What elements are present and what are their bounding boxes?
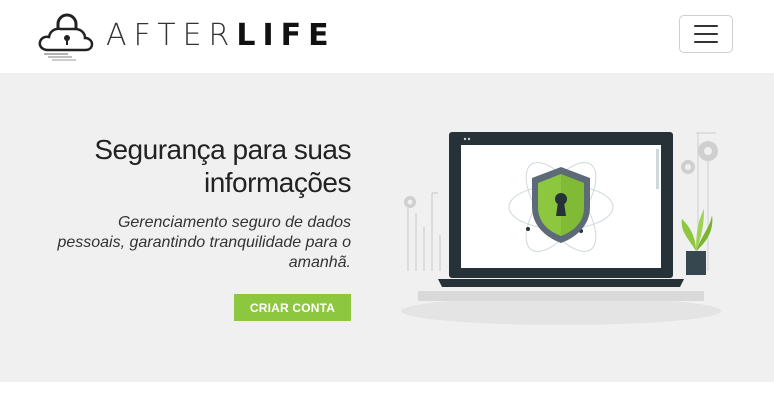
logo[interactable]: AFTERLIFE	[38, 10, 336, 62]
hero-subtitle: Gerenciamento seguro de dados pessoais, …	[57, 214, 351, 271]
hero-section: Segurança para suas informações Gerencia…	[0, 73, 774, 382]
site-header: AFTERLIFE	[0, 0, 774, 73]
padlock-cloud-logo-icon	[38, 13, 94, 61]
page-content-start	[0, 382, 774, 414]
create-account-button[interactable]: CRIAR CONTA	[234, 294, 351, 321]
logo-text-after: AFTER	[106, 18, 237, 53]
logo-text-life: LIFE	[236, 18, 336, 53]
menu-toggle-button[interactable]	[679, 15, 733, 53]
hero-title: Segurança para suas informações	[94, 134, 351, 198]
gear-icon	[404, 196, 416, 208]
logo-wordmark: AFTERLIFE	[106, 21, 336, 51]
laptop-security-illustration	[401, 132, 721, 325]
hamburger-icon	[694, 25, 718, 43]
